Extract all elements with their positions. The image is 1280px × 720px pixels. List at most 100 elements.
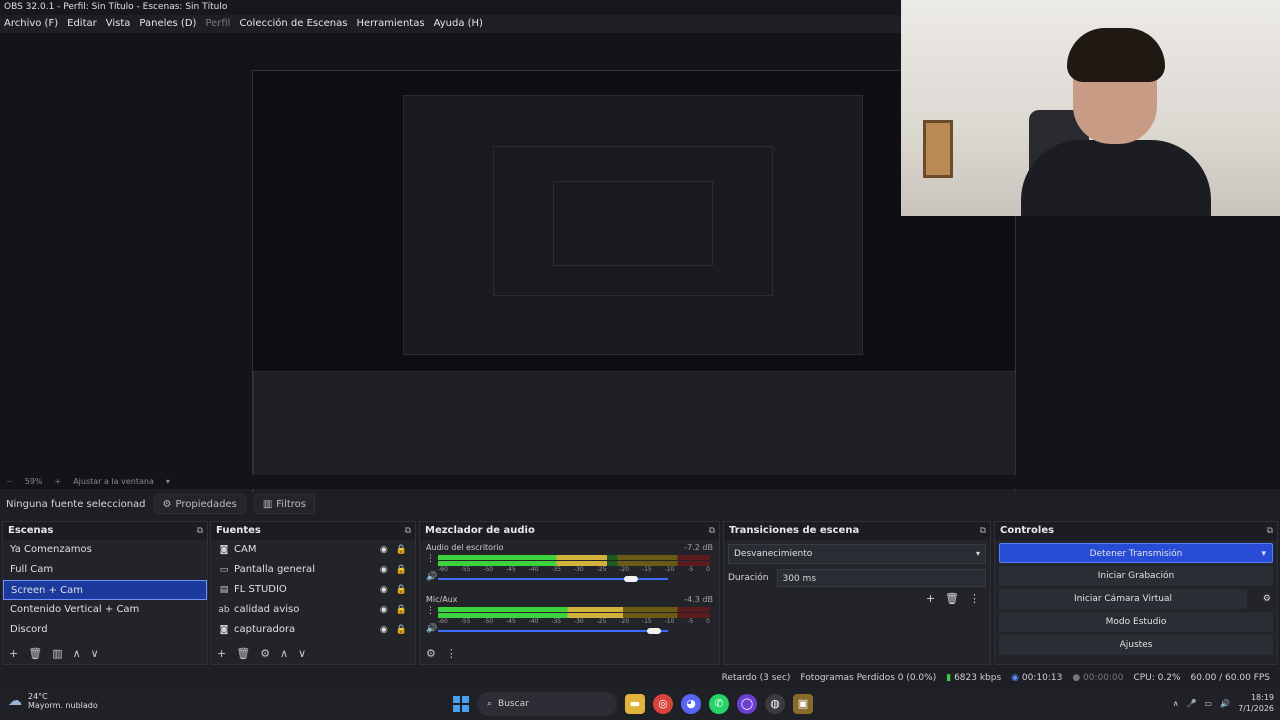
sources-title: Fuentes ⧉ — [211, 522, 415, 540]
chrome-icon[interactable]: ◎ — [653, 694, 673, 714]
tick-label: -50 — [483, 618, 494, 625]
scene-item[interactable]: Full Cam — [3, 560, 207, 580]
filters-button[interactable]: ▥ Filtros — [253, 494, 316, 514]
start-recording-button[interactable]: Iniciar Grabación — [999, 566, 1273, 586]
menu-ayuda[interactable]: Ayuda (H) — [434, 15, 483, 33]
eye-icon[interactable]: ◉ — [380, 600, 388, 620]
zoom-in-button[interactable]: + — [54, 475, 61, 489]
volume-slider[interactable] — [438, 628, 668, 634]
gear-icon[interactable]: ⚙ — [426, 647, 436, 660]
channel-name: Mic/Aux — [426, 595, 458, 604]
studio-mode-button[interactable]: Modo Estudio — [999, 612, 1273, 632]
source-item[interactable]: ◙ capturadora ◉ 🔒 — [211, 620, 415, 640]
menu-paneles[interactable]: Paneles (D) — [139, 15, 196, 33]
menu-dots-icon[interactable]: ⋮ — [426, 606, 435, 616]
discord-icon[interactable]: ◕ — [681, 694, 701, 714]
move-up-icon[interactable]: ∧ — [280, 647, 288, 660]
source-item[interactable]: ◙ CAM ◉ 🔒 — [211, 540, 415, 560]
chevron-up-icon[interactable]: ∧ — [1173, 699, 1179, 708]
microphone-icon[interactable]: 🎤 — [1187, 699, 1197, 708]
gear-icon[interactable]: ⚙ — [1263, 589, 1271, 609]
taskbar-search[interactable]: ⌕ Buscar — [477, 692, 617, 716]
lock-icon[interactable]: 🔒 — [396, 580, 407, 600]
speaker-icon[interactable]: 🔊 — [426, 572, 437, 582]
zoom-level[interactable]: 59% — [25, 475, 43, 489]
eye-icon[interactable]: ◉ — [380, 540, 388, 560]
tick-label: -50 — [483, 566, 494, 573]
network-icon[interactable]: ▭ — [1205, 699, 1213, 708]
menu-coleccion-escenas[interactable]: Colección de Escenas — [239, 15, 347, 33]
undock-icon[interactable]: ⧉ — [197, 522, 203, 540]
menu-editar[interactable]: Editar — [67, 15, 97, 33]
fit-to-window-button[interactable]: Ajustar a la ventana — [73, 475, 154, 489]
tick-label: -55 — [460, 566, 471, 573]
add-icon[interactable]: + — [217, 647, 226, 660]
windows-start-icon[interactable] — [453, 696, 469, 712]
undock-icon[interactable]: ⧉ — [1267, 522, 1273, 540]
channel-db: -4.3 dB — [684, 595, 713, 604]
tick-label: -30 — [573, 566, 584, 573]
speaker-icon[interactable]: 🔊 — [426, 624, 437, 634]
menu-perfil[interactable]: Perfil — [205, 15, 230, 33]
add-icon[interactable]: + — [9, 647, 18, 660]
move-down-icon[interactable]: ∨ — [91, 647, 99, 660]
lock-icon[interactable]: 🔒 — [396, 620, 407, 640]
menu-dots-icon[interactable]: ⋮ — [426, 554, 435, 564]
app-icon[interactable]: ▣ — [793, 694, 813, 714]
whatsapp-icon[interactable]: ✆ — [709, 694, 729, 714]
eye-icon[interactable]: ◉ — [380, 580, 388, 600]
move-down-icon[interactable]: ∨ — [298, 647, 306, 660]
scene-item[interactable]: Contenido Vertical + Cam — [3, 600, 207, 620]
duration-input[interactable]: 300 ms — [776, 569, 986, 587]
chevron-down-icon[interactable]: ▾ — [1261, 544, 1266, 564]
menu-dots-icon[interactable]: ⋮ — [446, 647, 457, 660]
trash-icon[interactable]: 🗑 — [236, 647, 250, 660]
eye-icon[interactable]: ◉ — [380, 620, 388, 640]
source-item[interactable]: ▭ Pantalla general ◉ 🔒 — [211, 560, 415, 580]
lock-icon[interactable]: 🔒 — [396, 600, 407, 620]
chevron-down-icon[interactable]: ▾ — [166, 475, 170, 489]
add-icon[interactable]: + — [926, 592, 935, 605]
taskbar: ☁ 24°C Mayorm. nublado ⌕ Buscar ▬ ◎ ◕ ✆ ◯ … — [0, 688, 1280, 720]
menu-dots-icon[interactable]: ⋮ — [969, 592, 980, 605]
tick-label: -60 — [438, 618, 448, 625]
settings-button[interactable]: Ajustes — [999, 635, 1273, 655]
volume-knob[interactable] — [647, 628, 662, 634]
filter-icon[interactable]: ▥ — [52, 647, 62, 660]
trash-icon[interactable]: 🗑 — [945, 592, 959, 605]
volume-icon[interactable]: 🔊 — [1220, 699, 1230, 708]
properties-button[interactable]: ⚙ Propiedades — [153, 494, 246, 514]
obs-icon[interactable]: ◍ — [765, 694, 785, 714]
clock[interactable]: 18:19 7/1/2026 — [1238, 692, 1274, 714]
volume-slider[interactable] — [438, 576, 668, 582]
lock-icon[interactable]: 🔒 — [396, 560, 407, 580]
eye-icon[interactable]: ◉ — [380, 560, 388, 580]
menu-vista[interactable]: Vista — [106, 15, 131, 33]
undock-icon[interactable]: ⧉ — [405, 522, 411, 540]
source-item[interactable]: ▤ FL STUDIO ◉ 🔒 — [211, 580, 415, 600]
bitrate: ▮ 6823 kbps — [946, 673, 1002, 683]
undock-icon[interactable]: ⧉ — [709, 522, 715, 540]
virtual-cam-button[interactable]: Iniciar Cámara Virtual ⚙ — [999, 589, 1271, 609]
menu-herramientas[interactable]: Herramientas — [356, 15, 424, 33]
tick-label: -45 — [505, 566, 516, 573]
scene-item-selected[interactable]: Screen + Cam — [3, 580, 207, 600]
dropped-frames: Fotogramas Perdidos 0 (0.0%) — [800, 673, 937, 683]
move-up-icon[interactable]: ∧ — [73, 647, 81, 660]
scenes-footer: + 🗑 ▥ ∧ ∨ — [3, 644, 99, 662]
lock-icon[interactable]: 🔒 — [396, 540, 407, 560]
scene-item[interactable]: Discord — [3, 620, 207, 640]
menu-archivo[interactable]: Archivo (F) — [4, 15, 58, 33]
gear-icon: ⚙ — [162, 498, 172, 510]
transition-select[interactable]: Desvanecimiento ▾ — [728, 544, 986, 564]
app-icon[interactable]: ◯ — [737, 694, 757, 714]
weather-widget[interactable]: ☁ 24°C Mayorm. nublado — [8, 692, 98, 710]
stop-stream-button[interactable]: Detener Transmisión ▾ — [999, 543, 1273, 563]
undock-icon[interactable]: ⧉ — [980, 522, 986, 540]
trash-icon[interactable]: 🗑 — [28, 647, 42, 660]
source-item[interactable]: ab calidad aviso ◉ 🔒 — [211, 600, 415, 620]
file-explorer-icon[interactable]: ▬ — [625, 694, 645, 714]
volume-knob[interactable] — [624, 576, 639, 582]
scene-item[interactable]: Ya Comenzamos — [3, 540, 207, 560]
gear-icon[interactable]: ⚙ — [260, 647, 270, 660]
